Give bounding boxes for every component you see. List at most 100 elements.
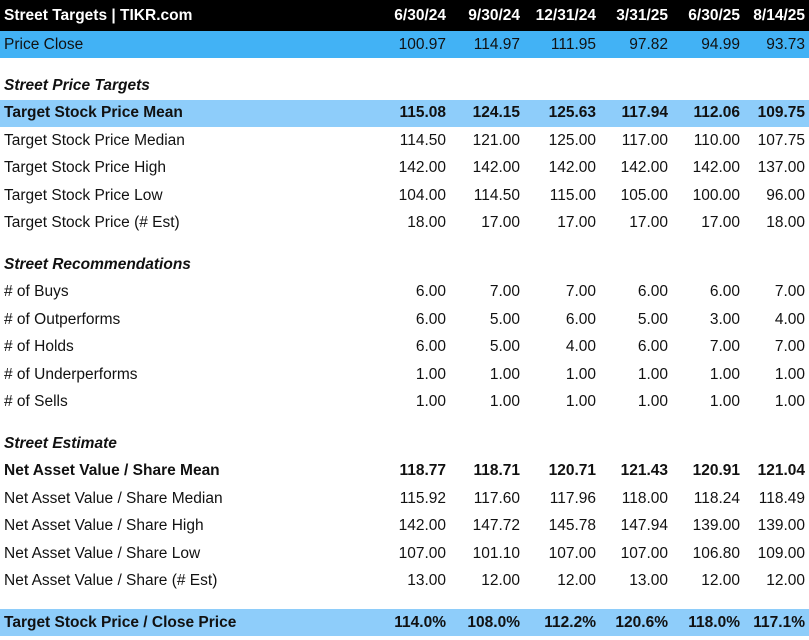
section-heading-price-targets: Street Price Targets: [0, 72, 809, 100]
date-header: 12/31/24: [535, 6, 596, 24]
target-over-close-row: Target Stock Price / Close Price 114.0% …: [0, 609, 809, 636]
cell-value: 109.00: [757, 544, 805, 562]
cell-value: 17.00: [629, 214, 668, 232]
cell-value: 12.00: [557, 572, 596, 590]
street-targets-table: Street Targets | TIKR.com 6/30/24 9/30/2…: [0, 0, 809, 636]
spacer-row: [0, 416, 809, 430]
table-row: Net Asset Value / Share Mean 118.77 118.…: [0, 458, 809, 486]
table-row: Net Asset Value / Share High 142.00 147.…: [0, 513, 809, 541]
cell-value: 5.00: [489, 310, 520, 328]
cell-value: 117.60: [473, 489, 520, 507]
cell-value: 7.00: [565, 283, 596, 301]
cell-value: 121.04: [757, 462, 805, 480]
cell-value: 125.00: [548, 131, 596, 149]
cell-value: 112.06: [693, 104, 740, 122]
cell-value: 110.00: [693, 131, 740, 149]
row-label: Target Stock Price (# Est): [4, 214, 180, 232]
section-heading-estimate: Street Estimate: [0, 430, 809, 458]
cell-value: 6.00: [637, 283, 668, 301]
cell-value: 1.00: [415, 393, 446, 411]
cell-value: 18.00: [766, 214, 805, 232]
cell-value: 118.71: [473, 462, 520, 480]
cell-value: 12.00: [481, 572, 520, 590]
spacer-row: [0, 595, 809, 609]
cell-value: 17.00: [481, 214, 520, 232]
cell-value: 147.94: [620, 517, 668, 535]
cell-value: 1.00: [489, 393, 520, 411]
cell-value: 118.0%: [688, 613, 740, 631]
cell-value: 142.00: [472, 159, 520, 177]
cell-value: 1.00: [565, 393, 596, 411]
row-label: Target Stock Price High: [4, 159, 166, 177]
cell-value: 118.77: [399, 462, 446, 480]
cell-value: 117.00: [621, 131, 668, 149]
row-label: # of Outperforms: [4, 310, 121, 328]
row-label: Target Stock Price Mean: [4, 104, 183, 122]
cell-value: 6.00: [415, 310, 446, 328]
cell-value: 120.71: [548, 462, 596, 480]
row-label: Target Stock Price Low: [4, 186, 163, 204]
table-row: # of Sells 1.00 1.00 1.00 1.00 1.00 1.00: [0, 389, 809, 417]
cell-value: 114.97: [473, 35, 520, 53]
cell-value: 121.00: [472, 131, 520, 149]
cell-value: 5.00: [489, 338, 520, 356]
cell-value: 3.00: [709, 310, 740, 328]
table-row: Net Asset Value / Share Low 107.00 101.1…: [0, 540, 809, 568]
cell-value: 7.00: [489, 283, 520, 301]
row-label: Net Asset Value / Share (# Est): [4, 572, 218, 590]
cell-value: 114.50: [473, 186, 520, 204]
section-heading-recommendations: Street Recommendations: [0, 251, 809, 279]
cell-value: 115.08: [399, 104, 446, 122]
cell-value: 114.0%: [394, 613, 446, 631]
cell-value: 120.91: [692, 462, 740, 480]
cell-value: 105.00: [620, 186, 668, 204]
table-row: Net Asset Value / Share (# Est) 13.00 12…: [0, 568, 809, 596]
cell-value: 7.00: [709, 338, 740, 356]
cell-value: 114.50: [399, 131, 446, 149]
cell-value: 13.00: [407, 572, 446, 590]
cell-value: 4.00: [774, 310, 805, 328]
cell-value: 107.00: [548, 544, 596, 562]
cell-value: 100.00: [692, 186, 740, 204]
row-label: # of Underperforms: [4, 365, 138, 383]
row-label: Target Stock Price Median: [4, 131, 185, 149]
cell-value: 117.1%: [753, 613, 805, 631]
cell-value: 108.0%: [467, 613, 520, 631]
row-label: # of Sells: [4, 393, 68, 411]
table-row: # of Holds 6.00 5.00 4.00 6.00 7.00 7.00: [0, 334, 809, 362]
cell-value: 142.00: [398, 517, 446, 535]
cell-value: 7.00: [774, 338, 805, 356]
cell-value: 5.00: [637, 310, 668, 328]
cell-value: 111.95: [550, 35, 596, 53]
date-header: 9/30/24: [468, 6, 520, 24]
cell-value: 139.00: [692, 517, 740, 535]
table-row: Target Stock Price Median 114.50 121.00 …: [0, 127, 809, 155]
date-header: 6/30/24: [394, 6, 446, 24]
cell-value: 142.00: [620, 159, 668, 177]
cell-value: 118.24: [693, 489, 740, 507]
cell-value: 117.96: [549, 489, 596, 507]
cell-value: 96.00: [766, 186, 805, 204]
table-row: Target Stock Price High 142.00 142.00 14…: [0, 155, 809, 183]
cell-value: 109.75: [757, 104, 805, 122]
cell-value: 107.75: [757, 131, 805, 149]
cell-value: 12.00: [701, 572, 740, 590]
cell-value: 118.49: [758, 489, 805, 507]
cell-value: 115.92: [399, 489, 446, 507]
spacer-row: [0, 237, 809, 251]
cell-value: 106.80: [692, 544, 740, 562]
cell-value: 12.00: [766, 572, 805, 590]
date-header: 6/30/25: [688, 6, 740, 24]
cell-value: 104.00: [398, 186, 446, 204]
cell-value: 93.73: [766, 35, 805, 53]
cell-value: 145.78: [548, 517, 596, 535]
cell-value: 120.6%: [615, 613, 668, 631]
cell-value: 147.72: [472, 517, 520, 535]
date-header: 3/31/25: [616, 6, 668, 24]
cell-value: 1.00: [774, 365, 805, 383]
table-row: Target Stock Price Low 104.00 114.50 115…: [0, 182, 809, 210]
cell-value: 101.10: [472, 544, 520, 562]
table-title: Street Targets | TIKR.com: [4, 6, 193, 24]
row-label: Price Close: [4, 35, 84, 53]
table-row: Net Asset Value / Share Median 115.92 11…: [0, 485, 809, 513]
